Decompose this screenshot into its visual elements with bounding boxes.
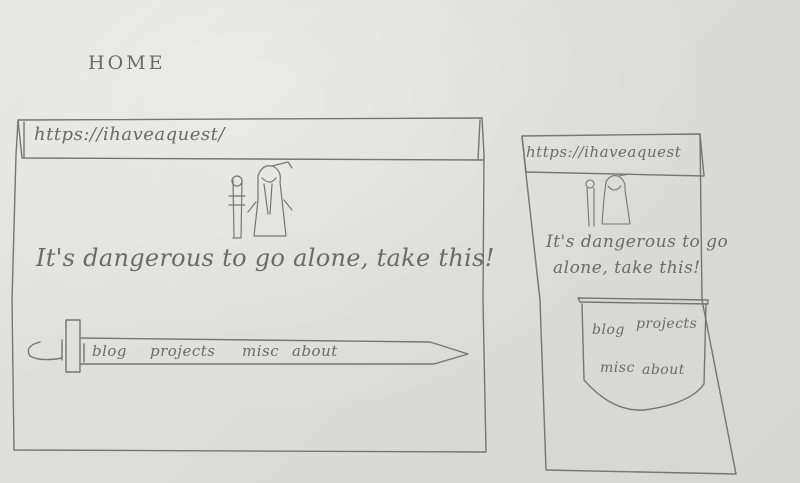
mobile-nav-projects[interactable]: projects (636, 316, 697, 332)
desktop-nav-blog[interactable]: blog (92, 342, 127, 360)
mobile-nav-misc[interactable]: misc (600, 360, 635, 376)
desktop-nav-about[interactable]: about (292, 342, 338, 360)
mobile-tagline-line1: It's dangerous to go (546, 232, 729, 252)
desktop-nav-misc[interactable]: misc (242, 342, 279, 360)
mobile-tagline-line2: alone, take this! (553, 258, 701, 278)
desktop-nav-projects[interactable]: projects (150, 342, 215, 360)
desktop-tagline: It's dangerous to go alone, take this! (36, 244, 495, 272)
mobile-mockup (521, 133, 737, 475)
shield-nav-icon (577, 297, 709, 411)
desktop-url-text[interactable]: https://ihaveaquest/ (34, 124, 225, 145)
mobile-url-text[interactable]: https://ihaveaquest (526, 143, 681, 161)
old-man-with-staff-icon (228, 161, 293, 239)
mobile-nav-about[interactable]: about (642, 362, 685, 378)
desktop-mockup (11, 117, 487, 453)
mobile-nav-blog[interactable]: blog (592, 322, 625, 338)
page-title: HOME (88, 52, 166, 74)
desktop-window-frame (11, 117, 487, 453)
old-man-with-staff-icon (585, 173, 631, 227)
